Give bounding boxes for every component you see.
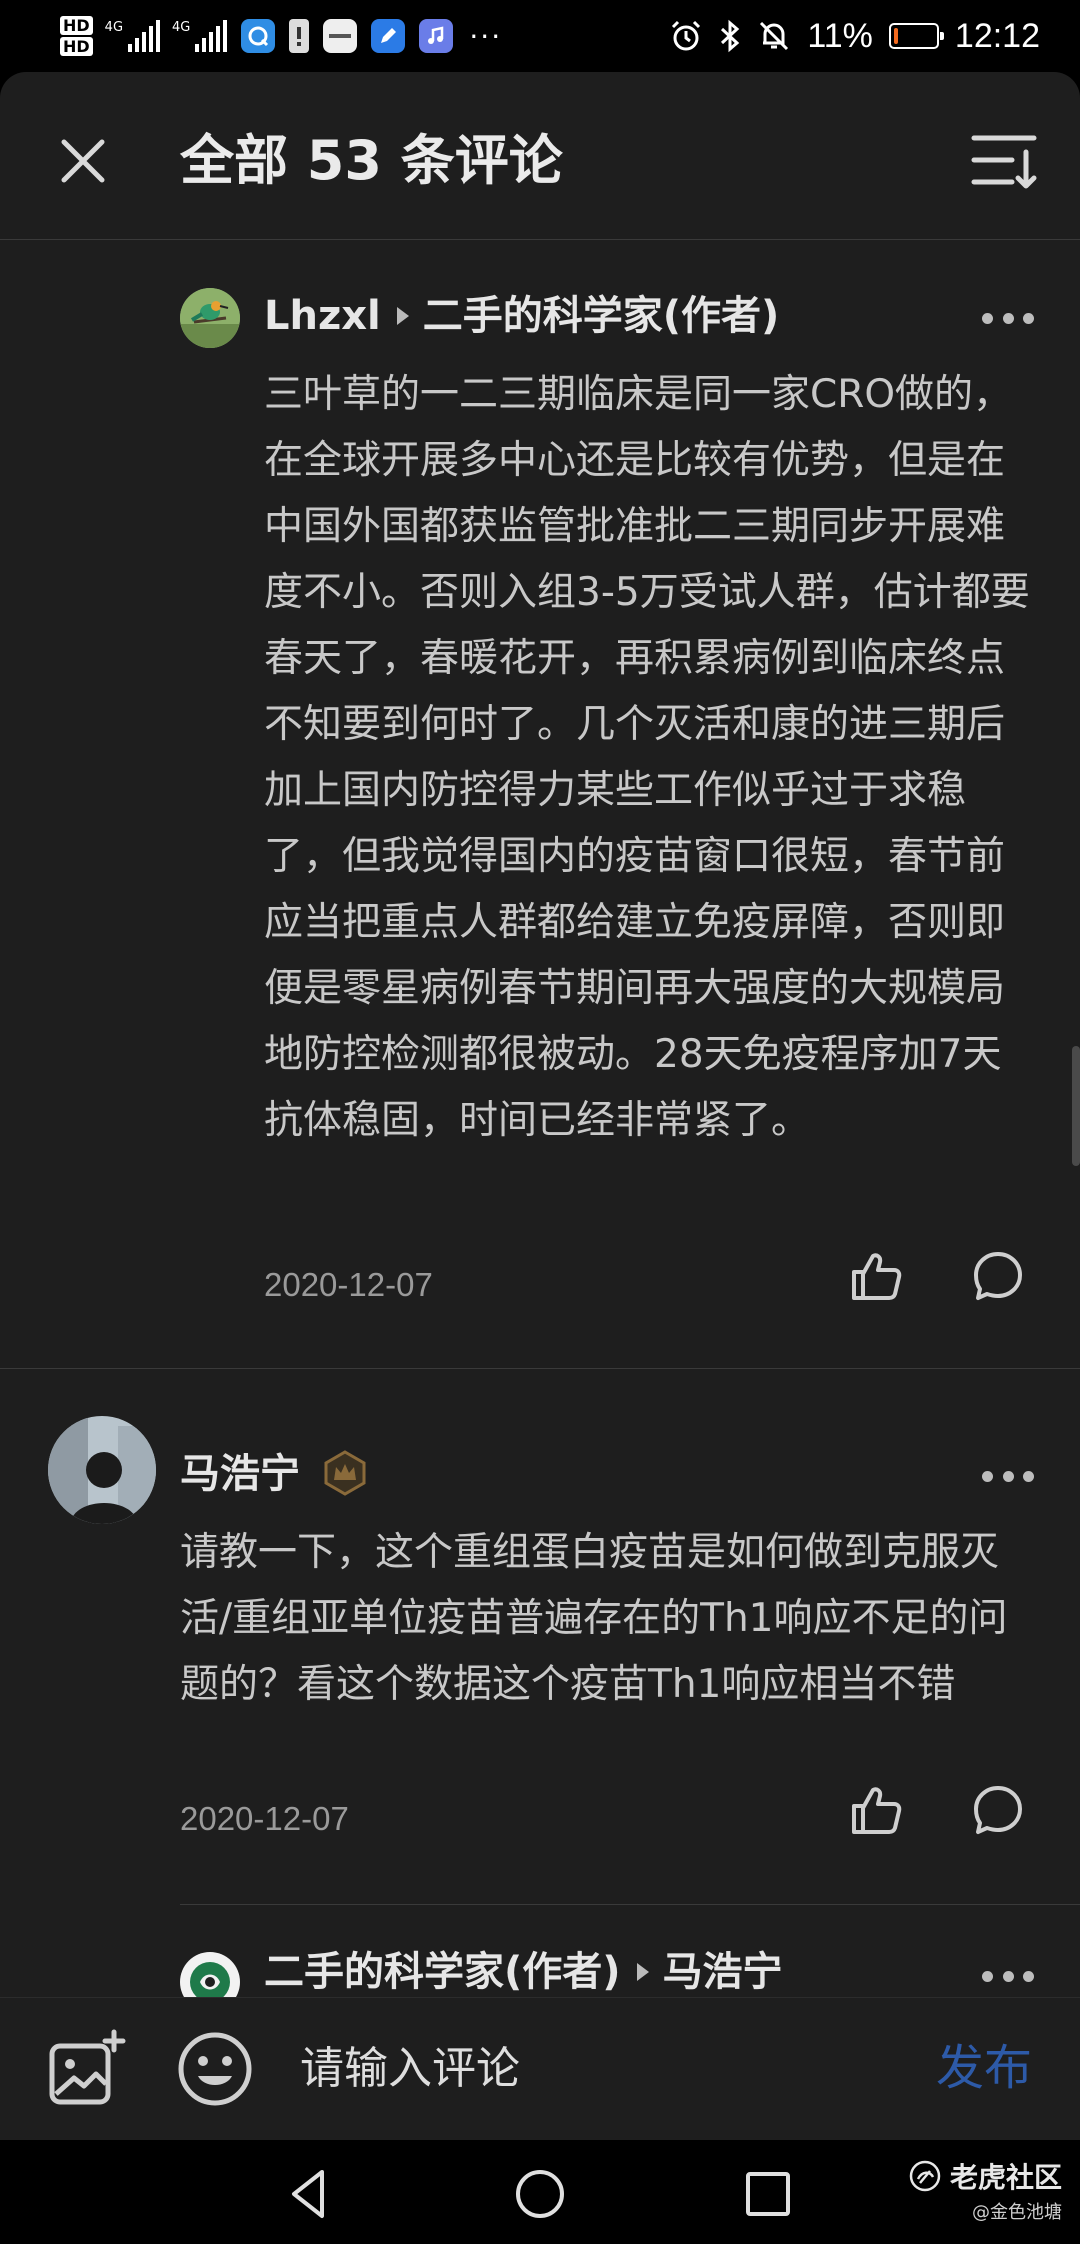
- network-type-2: 4G: [172, 20, 191, 35]
- comment-author-line: Lhzxl 二手的科学家(作者): [264, 288, 779, 344]
- comment-author[interactable]: Lhzxl: [264, 293, 381, 339]
- status-bar: HD HD 4G 4G ··· 11% 12:12: [0, 0, 1080, 72]
- avatar[interactable]: [48, 1416, 156, 1524]
- back-triangle-icon: [292, 2170, 324, 2218]
- avatar[interactable]: [180, 288, 240, 348]
- comments-header: 全部 53 条评论: [0, 72, 1080, 240]
- mute-icon: [760, 21, 789, 51]
- reply-button[interactable]: [970, 1248, 1026, 1304]
- bird-avatar-icon: [180, 288, 240, 348]
- battery-fill: [893, 28, 898, 44]
- author-avatar-icon: [180, 1952, 240, 1997]
- tiger-logo-icon: [909, 2160, 941, 2192]
- comment-text: 请教一下，这个重组蛋白疫苗是如何做到克服灭活/重组亚单位疫苗普遍存在的Th1响应…: [180, 1530, 1008, 1707]
- status-right: 11% 12:12: [669, 8, 1040, 64]
- comments-sheet: 全部 53 条评论 Lhzxl 二手的科学家(作者) 三叶草的一二三期临床是同一…: [0, 72, 1080, 2140]
- comment-input-bar: 发布: [0, 1997, 1080, 2140]
- sort-button[interactable]: [970, 128, 1040, 194]
- reply-target[interactable]: 马浩宁: [663, 1949, 783, 1995]
- reply-divider: [180, 1904, 1080, 1905]
- watermark-brand-row: 老虎社区: [908, 2156, 1062, 2196]
- comment-author-line: 二手的科学家(作者) 马浩宁: [264, 1944, 783, 1997]
- emoji-button[interactable]: [174, 2028, 256, 2110]
- more-options-button[interactable]: [978, 1956, 1038, 1996]
- reply-target[interactable]: 二手的科学家(作者): [423, 293, 780, 339]
- status-left: HD HD 4G 4G ···: [60, 8, 502, 64]
- sort-icon: [971, 135, 1037, 189]
- comment-text: 三叶草的一二三期临床是同一家CRO做的，在全球开展多中心还是比较有优势，但是在中…: [264, 372, 1030, 1143]
- hd-bottom-label: HD: [60, 37, 93, 56]
- comment-author[interactable]: 马浩宁: [180, 1451, 300, 1497]
- watermark-brand: 老虎社区: [949, 2161, 1062, 2194]
- recents-square-icon: [746, 2172, 790, 2216]
- clock: 12:12: [954, 16, 1040, 55]
- comment-date: 2020-12-07: [264, 1266, 433, 1303]
- more-options-button[interactable]: [978, 1456, 1038, 1496]
- watermark: 老虎社区 @金色池塘: [908, 2156, 1062, 2224]
- more-notifications-icon: ···: [469, 19, 503, 53]
- hd-top-label: HD: [60, 16, 93, 35]
- home-button[interactable]: [512, 2166, 568, 2222]
- browser-app-icon: [241, 19, 276, 53]
- comment-author[interactable]: 二手的科学家(作者): [264, 1949, 621, 1995]
- hd-indicators: HD HD: [60, 16, 93, 56]
- signal-2-icon: 4G: [172, 20, 228, 52]
- home-circle-icon: [516, 2170, 564, 2218]
- signal-1-icon: 4G: [104, 20, 161, 52]
- member-badge-icon: [324, 1450, 366, 1496]
- comment-date: 2020-12-07: [180, 1800, 349, 1837]
- network-type-1: 4G: [104, 20, 124, 35]
- battery-icon: [888, 23, 944, 49]
- bluetooth-icon: [721, 19, 740, 53]
- watermark-handle: @金色池塘: [972, 2202, 1062, 2223]
- notes-app-icon: [371, 19, 406, 53]
- scrollbar[interactable]: [1072, 1046, 1080, 1166]
- person-avatar-icon: [48, 1416, 156, 1524]
- emoji-icon: [178, 2032, 252, 2106]
- huawei-app-icon: [323, 19, 358, 53]
- system-nav-bar: 老虎社区 @金色池塘: [0, 2140, 1080, 2244]
- like-button[interactable]: [848, 1248, 904, 1304]
- notice-app-icon: [289, 19, 310, 53]
- reply-arrow-icon: [396, 307, 409, 325]
- comment-author-line: 马浩宁: [180, 1446, 368, 1502]
- thumbs-up-icon: [852, 1787, 902, 1834]
- add-image-button[interactable]: [46, 2028, 128, 2110]
- comment-list[interactable]: Lhzxl 二手的科学家(作者) 三叶草的一二三期临床是同一家CRO做的，在全球开…: [0, 240, 1080, 1997]
- close-button[interactable]: [50, 128, 116, 194]
- add-image-icon: [49, 2029, 126, 2105]
- comment-bubble-icon: [974, 1786, 1022, 1834]
- comment-bubble-icon: [974, 1252, 1022, 1300]
- reply-button[interactable]: [970, 1782, 1026, 1838]
- comment-input[interactable]: [300, 2032, 860, 2104]
- comment-divider: [0, 1368, 1080, 1369]
- recents-button[interactable]: [740, 2166, 796, 2222]
- reply-arrow-icon: [636, 1963, 649, 1981]
- close-icon: [61, 139, 105, 183]
- music-app-icon: [419, 19, 454, 53]
- publish-button[interactable]: 发布: [936, 2028, 1032, 2108]
- alarm-icon: [672, 20, 701, 51]
- battery-percent: 11%: [807, 16, 873, 55]
- more-options-button[interactable]: [978, 298, 1038, 338]
- page-title: 全部 53 条评论: [180, 129, 563, 192]
- thumbs-up-icon: [852, 1253, 902, 1300]
- avatar[interactable]: [180, 1952, 240, 1997]
- like-button[interactable]: [848, 1782, 904, 1838]
- back-button[interactable]: [282, 2166, 338, 2222]
